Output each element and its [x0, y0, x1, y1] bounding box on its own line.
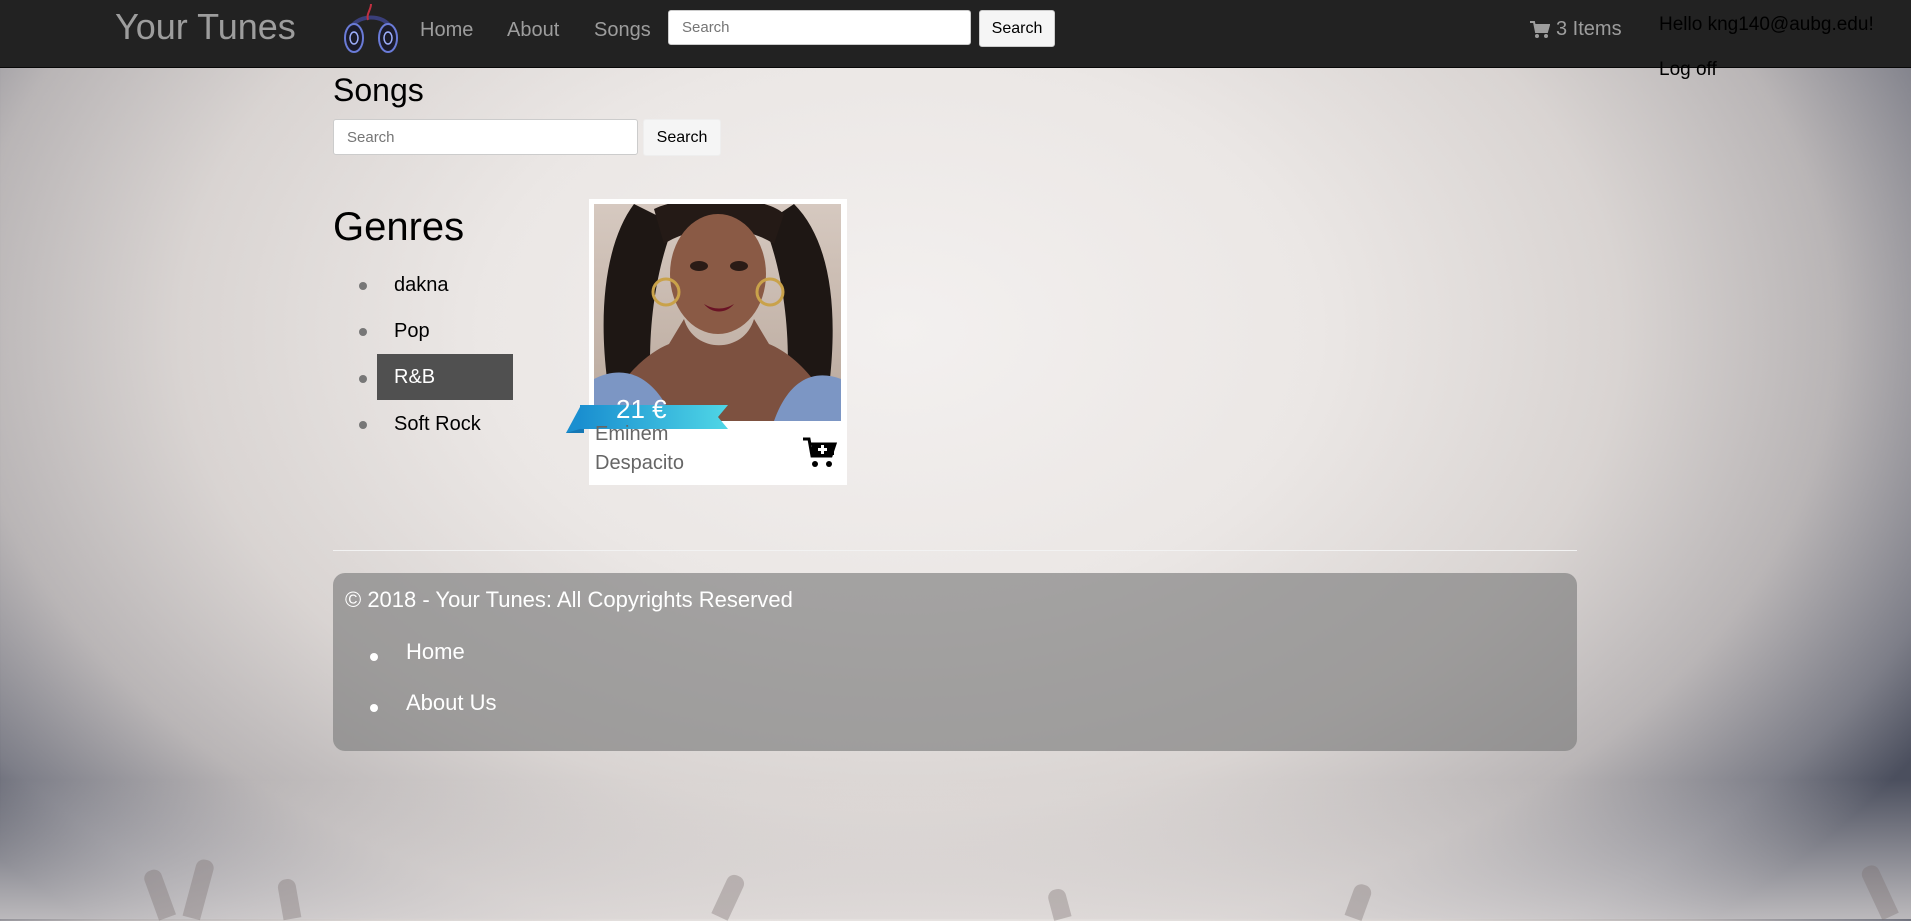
nav-songs[interactable]: Songs [594, 19, 651, 42]
copyright-text: © 2018 - Your Tunes: All Copyrights Rese… [345, 587, 793, 612]
list-bullet [359, 421, 367, 429]
user-greeting-link[interactable]: Hello kng140@aubg.edu! [1659, 14, 1874, 36]
list-bullet [359, 375, 367, 383]
list-bullet [359, 328, 367, 336]
genres-heading: Genres [333, 205, 465, 249]
footer: © 2018 - Your Tunes: All Copyrights Rese… [333, 573, 1577, 751]
album-card[interactable]: 21 € Eminem Despacito [566, 199, 847, 485]
list-bullet [370, 704, 378, 712]
page-title: Songs [333, 72, 424, 108]
album-cover-image [594, 204, 841, 421]
nav-about[interactable]: About [507, 19, 559, 42]
songs-search-input[interactable] [333, 119, 638, 155]
footer-link-about-us[interactable]: About Us [406, 690, 497, 716]
navbar-search-button[interactable]: Search [979, 10, 1055, 47]
album-artist: Eminem [595, 423, 669, 445]
genre-item-soft-rock[interactable]: Soft Rock [377, 401, 513, 447]
logoff-link[interactable]: Log off [1659, 59, 1717, 81]
headphones-logo-icon[interactable] [338, 0, 404, 62]
album-price: 21 € [616, 394, 667, 424]
genre-item-dakna[interactable]: dakna [377, 262, 513, 308]
footer-link-home[interactable]: Home [406, 639, 465, 665]
cart-link[interactable]: 3 Items [1530, 18, 1622, 41]
album-song-title: Despacito [595, 452, 684, 474]
genre-item-rnb[interactable]: R&B [377, 354, 513, 400]
list-bullet [359, 282, 367, 290]
footer-divider [333, 550, 1577, 551]
list-bullet [370, 653, 378, 661]
background-crowd [0, 779, 1911, 921]
brand-link[interactable]: Your Tunes [115, 6, 296, 48]
add-to-cart-icon[interactable] [802, 436, 838, 470]
cart-count-label: 3 Items [1556, 18, 1622, 40]
songs-search-button[interactable]: Search [643, 119, 721, 156]
navbar-search-input[interactable] [668, 10, 971, 45]
top-navbar: Your Tunes Home About Songs Search 3 Ite… [0, 0, 1911, 68]
shopping-cart-icon [1530, 20, 1550, 38]
nav-home[interactable]: Home [420, 19, 473, 42]
genre-item-pop[interactable]: Pop [377, 308, 513, 354]
